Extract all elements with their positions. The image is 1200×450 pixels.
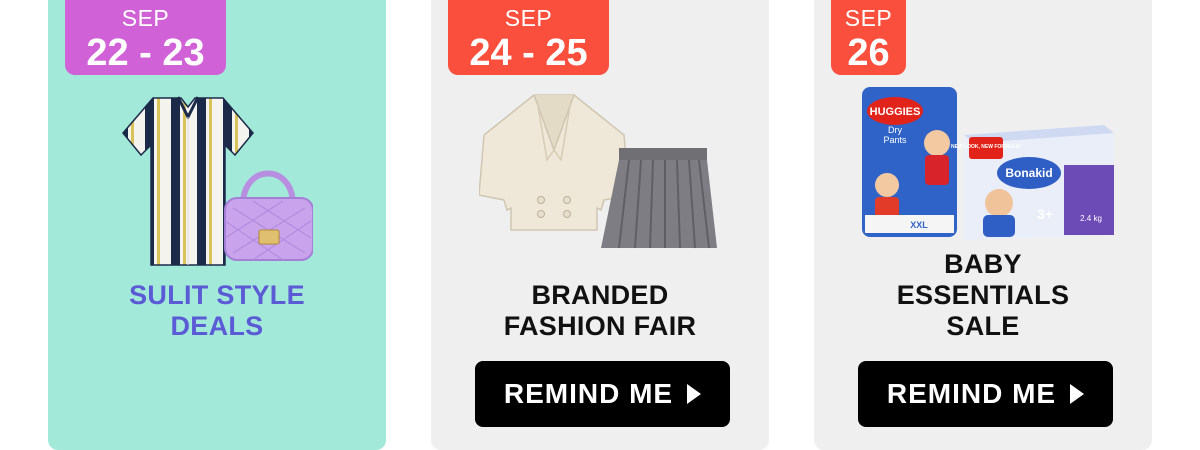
title-line: DEALS [170,311,264,341]
card-title: BABY ESSENTIALS SALE [814,249,1152,342]
title-line: BABY [944,249,1022,279]
date-days: 24 - 25 [469,32,588,74]
date-days: 26 [847,32,890,74]
card-title: BRANDED FASHION FAIR [431,280,769,342]
sale-card-sulit-style[interactable]: SEP 22 - 23 SULIT STYLE DEALS [48,0,386,450]
title-line: BRANDED [531,280,669,310]
date-month: SEP [844,5,893,31]
remind-me-button[interactable]: REMIND ME [858,361,1113,427]
title-line: FASHION FAIR [503,311,697,341]
sale-card-baby-essentials[interactable]: SEP 26 HUGGIES Dry Pants XXL NEW LOOK, N… [814,0,1152,450]
milk-badge-text: NEW LOOK, NEW FORMULA! [951,144,1021,150]
date-badge: SEP 24 - 25 [448,0,609,75]
play-arrow-icon [687,384,702,404]
date-month: SEP [121,5,170,31]
play-arrow-icon [1070,384,1085,404]
diaper-sub1-text: Dry [888,125,902,135]
title-line: ESSENTIALS [896,280,1070,310]
remind-me-button[interactable]: REMIND ME [475,361,730,427]
card-title: SULIT STYLE DEALS [48,280,386,342]
diaper-sub2-text: Pants [883,135,907,145]
shirt-and-handbag-image [122,96,313,266]
milk-weight-text: 2.4 kg [1080,214,1102,223]
milk-age-text: 3+ [1037,206,1053,222]
diaper-size-text: XXL [910,220,928,230]
title-line: SALE [946,311,1020,341]
diapers-and-milk-image: HUGGIES Dry Pants XXL NEW LOOK, NEW FORM… [862,87,1114,240]
date-month: SEP [504,5,553,31]
milk-brand-text: Bonakid [1005,166,1052,180]
title-line: SULIT STYLE [129,280,305,310]
diaper-brand-text: HUGGIES [870,106,921,118]
date-badge: SEP 22 - 23 [65,0,226,75]
button-label: REMIND ME [886,378,1057,409]
blazer-and-skirt-image [479,94,717,249]
button-label: REMIND ME [503,378,674,409]
sale-card-branded-fashion[interactable]: SEP 24 - 25 BRANDED FASHION FAIR REMIND … [431,0,769,450]
date-days: 22 - 23 [86,32,205,74]
date-badge: SEP 26 [831,0,906,75]
